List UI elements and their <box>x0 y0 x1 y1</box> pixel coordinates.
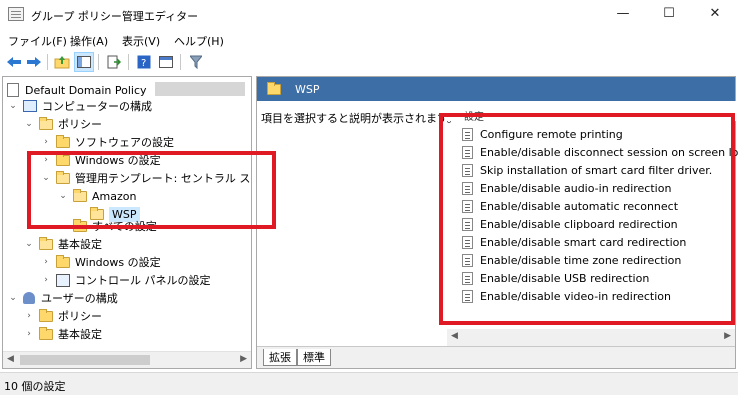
tree-item-label: Windows の設定 <box>75 256 161 269</box>
chevron-right-icon[interactable]: › <box>40 256 52 268</box>
folder-icon <box>56 254 70 268</box>
app-icon <box>8 7 24 21</box>
tree-item-label: 基本設定 <box>58 328 102 341</box>
folder-open-icon <box>39 116 53 130</box>
properties-icon[interactable] <box>156 52 176 72</box>
toolbar-separator <box>180 54 181 70</box>
minimize-button[interactable]: — <box>600 0 646 29</box>
back-arrow-icon[interactable] <box>4 52 24 72</box>
chevron-down-icon[interactable]: ⌄ <box>7 100 19 112</box>
view-tabs: 拡張 標準 <box>257 346 735 368</box>
tree-item-label: コンピューターの構成 <box>42 100 152 113</box>
chevron-right-icon[interactable]: › <box>40 274 52 286</box>
folder-icon <box>39 308 53 322</box>
tab-extended[interactable]: 拡張 <box>263 349 297 366</box>
tree-item-label: ポリシー <box>58 310 102 323</box>
chevron-right-icon[interactable]: › <box>23 310 35 322</box>
tree-item-user-preferences[interactable]: › 基本設定 <box>23 325 102 343</box>
folder-icon <box>267 81 281 95</box>
description-text: 項目を選択すると説明が表示されます。 <box>261 112 458 125</box>
folder-icon <box>56 134 70 148</box>
filter-icon[interactable] <box>186 52 206 72</box>
chevron-down-icon[interactable]: ⌄ <box>23 238 35 250</box>
tree-root-label: Default Domain Policy <box>25 83 147 97</box>
toolbar-separator <box>98 54 99 70</box>
tree-item-user-policy[interactable]: › ポリシー <box>23 307 102 325</box>
tree-item-label: 基本設定 <box>58 238 102 251</box>
menu-file[interactable]: ファイル(F) <box>8 33 67 49</box>
user-icon <box>23 292 35 304</box>
tree-item-computer-config[interactable]: ⌄ コンピューターの構成 <box>7 97 152 115</box>
tree-item-preferences[interactable]: ⌄ 基本設定 <box>23 235 102 253</box>
close-button[interactable]: ✕ <box>692 0 738 29</box>
tree-item-software-settings[interactable]: › ソフトウェアの設定 <box>40 133 174 151</box>
scrollbar-thumb[interactable] <box>20 355 150 365</box>
scroll-right-icon[interactable]: ▶ <box>724 331 731 341</box>
maximize-button[interactable]: ☐ <box>646 0 692 29</box>
detail-header-title: WSP <box>295 82 320 96</box>
tree-item-user-config[interactable]: ⌄ ユーザーの構成 <box>7 289 118 307</box>
chevron-down-icon[interactable]: ⌄ <box>23 118 35 130</box>
svg-text:?: ? <box>141 58 146 69</box>
tree-scroll-shadow <box>155 82 245 96</box>
tree-item-policy[interactable]: ⌄ ポリシー <box>23 115 102 133</box>
detail-header: WSP <box>257 77 735 101</box>
export-list-icon[interactable] <box>104 52 124 72</box>
tree-item-label: ユーザーの構成 <box>41 292 118 305</box>
menu-action[interactable]: 操作(A) <box>70 33 108 49</box>
highlight-box-tree <box>27 151 276 229</box>
scroll-right-icon[interactable]: ▶ <box>240 354 247 364</box>
menu-view[interactable]: 表示(V) <box>122 33 160 49</box>
highlight-box-settings <box>439 113 735 325</box>
policy-icon <box>7 83 19 97</box>
tree-item-control-panel[interactable]: › コントロール パネルの設定 <box>40 271 211 289</box>
folder-icon <box>39 326 53 340</box>
tab-standard[interactable]: 標準 <box>297 349 331 366</box>
tree-item-label: ソフトウェアの設定 <box>75 136 174 149</box>
scroll-left-icon[interactable]: ◀ <box>7 354 14 364</box>
toolbar-separator <box>47 54 48 70</box>
chevron-right-icon[interactable]: › <box>23 328 35 340</box>
tree-item-label: ポリシー <box>58 118 102 131</box>
title-bar: グループ ポリシー管理エディター — ☐ ✕ <box>0 0 738 29</box>
toolbar: ? <box>0 50 738 74</box>
chevron-down-icon[interactable]: ⌄ <box>7 292 19 304</box>
tree-horizontal-scrollbar[interactable]: ◀ ▶ <box>3 351 251 368</box>
tree-item-label: コントロール パネルの設定 <box>75 274 211 287</box>
show-hide-tree-icon[interactable] <box>74 52 94 72</box>
chevron-right-icon[interactable]: › <box>40 136 52 148</box>
tree-item-windows-settings-2[interactable]: › Windows の設定 <box>40 253 161 271</box>
status-text: 10 個の設定 <box>4 380 66 393</box>
detail-horizontal-scrollbar[interactable]: ◀ ▶ <box>447 329 735 346</box>
forward-arrow-icon[interactable] <box>24 52 44 72</box>
toolbar-separator <box>128 54 129 70</box>
control-panel-icon <box>56 273 70 287</box>
menu-help[interactable]: ヘルプ(H) <box>174 33 224 49</box>
computer-icon <box>23 100 37 112</box>
help-icon[interactable]: ? <box>134 52 154 72</box>
window-title: グループ ポリシー管理エディター <box>31 10 199 23</box>
folder-open-icon <box>39 236 53 250</box>
status-bar: 10 個の設定 <box>0 372 738 395</box>
folder-up-icon[interactable] <box>52 52 72 72</box>
scroll-left-icon[interactable]: ◀ <box>451 331 458 341</box>
menu-bar: ファイル(F) 操作(A) 表示(V) ヘルプ(H) <box>0 29 738 49</box>
